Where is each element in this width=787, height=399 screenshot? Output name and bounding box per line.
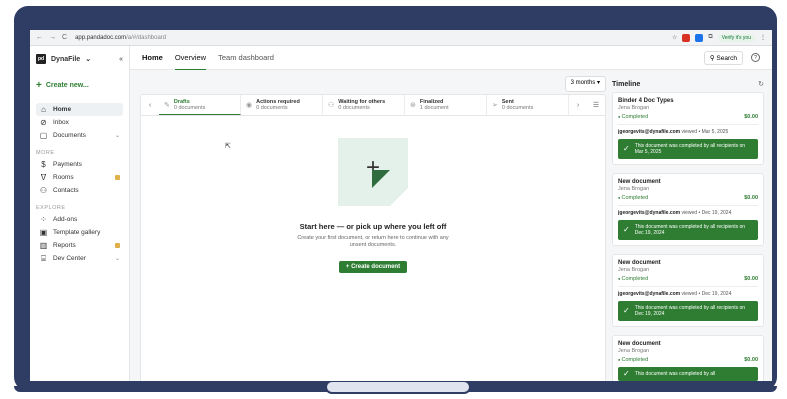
chevron-down-icon[interactable]: ⌄ xyxy=(85,55,91,63)
collapse-sidebar-icon[interactable]: « xyxy=(119,56,123,63)
people-icon: ⚇ xyxy=(328,102,335,109)
dev-icon: ⌸ xyxy=(41,253,46,263)
rooms-icon: ᐁ xyxy=(40,173,47,182)
date-range-select[interactable]: 3 months ▾ xyxy=(564,76,606,92)
extension-icon[interactable] xyxy=(682,33,691,42)
section-more: MORE xyxy=(36,150,55,156)
create-document-button[interactable]: + Create document xyxy=(338,261,408,273)
forward-icon[interactable]: → xyxy=(49,34,56,41)
extensions-icon[interactable]: ⧉ xyxy=(708,34,712,41)
upgrade-icon xyxy=(115,175,120,180)
check-circle-icon: ⊛ xyxy=(410,102,416,109)
sidebar-item-addons[interactable]: ⁘ Add-ons xyxy=(36,213,123,226)
workspace-name[interactable]: DynaFile xyxy=(51,56,80,63)
sidebar-item-inbox[interactable]: ⊘ Inbox xyxy=(36,116,123,129)
addons-icon: ⁘ xyxy=(40,215,47,224)
screen: ← → C app.pandadoc.com/a/#/dashboard ☆ ⧉… xyxy=(30,30,772,381)
plus-icon: + xyxy=(36,80,42,91)
laptop-trackpad xyxy=(325,380,471,394)
upgrade-icon xyxy=(115,243,120,248)
address-bar[interactable]: app.pandadoc.com/a/#/dashboard xyxy=(75,35,166,41)
template-icon: ▣ xyxy=(39,228,48,237)
status-drafts[interactable]: ✎ Drafts 0 documents xyxy=(159,95,241,115)
page-title: Home xyxy=(142,53,163,62)
help-icon[interactable]: ? xyxy=(751,53,760,62)
top-nav: Home Overview Team dashboard ⚲ Search ? xyxy=(130,46,772,70)
pencil-icon: ✎ xyxy=(164,101,170,109)
verify-badge[interactable]: Verify it's you xyxy=(717,33,755,42)
sidebar-item-home[interactable]: ⌂ Home xyxy=(36,103,123,116)
contacts-icon: ⚇ xyxy=(39,186,48,195)
home-icon: ⌂ xyxy=(41,105,46,114)
status-finalized[interactable]: ⊛ Finalized 1 document xyxy=(405,95,487,115)
dollar-icon: $ xyxy=(41,160,46,169)
status-sent[interactable]: ➢ Sent 0 documents xyxy=(487,95,569,115)
inbox-icon: ⊘ xyxy=(40,118,47,127)
send-icon: ➢ xyxy=(492,102,498,109)
star-icon[interactable]: ☆ xyxy=(672,34,677,41)
check-icon: ✓ xyxy=(623,369,630,378)
check-icon: ✓ xyxy=(623,144,630,153)
document-illustration: + xyxy=(338,138,408,206)
chevron-down-icon: ⌄ xyxy=(114,133,120,139)
url-path: /a/#/dashboard xyxy=(126,34,167,41)
status-actions-required[interactable]: ◉ Actions required 0 documents xyxy=(241,95,323,115)
browser-toolbar: ← → C app.pandadoc.com/a/#/dashboard ☆ ⧉… xyxy=(30,30,772,46)
search-button[interactable]: ⚲ Search xyxy=(703,50,743,65)
url-domain: app.pandadoc.com xyxy=(75,34,127,41)
menu-icon[interactable]: ⋮ xyxy=(760,34,766,41)
filter-icon[interactable]: ☰ xyxy=(587,95,605,115)
scroll-left-icon[interactable]: ‹ xyxy=(141,95,159,115)
sidebar-item-documents[interactable]: ▢ Documents ⌄ xyxy=(36,129,123,142)
brand-logo: pd xyxy=(36,54,46,64)
sidebar-item-contacts[interactable]: ⚇ Contacts xyxy=(36,184,123,197)
timeline-title: Timeline xyxy=(612,80,641,88)
timeline-card[interactable]: Binder 4 Doc Types Jena Brogan Completed… xyxy=(612,92,764,165)
back-icon[interactable]: ← xyxy=(36,34,43,41)
chevron-down-icon: ▾ xyxy=(596,80,600,86)
extension-icon[interactable] xyxy=(695,33,704,42)
sidebar: pd DynaFile ⌄ « + Create new... ⌂ Home ⊘… xyxy=(30,46,130,381)
empty-state: ⇱ + Start here — or pick up where you le… xyxy=(140,116,606,381)
scroll-right-icon[interactable]: › xyxy=(569,95,587,115)
sidebar-item-payments[interactable]: $ Payments xyxy=(36,158,123,171)
check-icon: ✓ xyxy=(623,306,630,315)
document-icon: ▢ xyxy=(39,131,48,140)
timeline-panel: Timeline ↻ Binder 4 Doc Types Jena Broga… xyxy=(612,76,772,381)
status-waiting[interactable]: ⚇ Waiting for others 0 documents xyxy=(323,95,405,115)
chevron-down-icon: ⌄ xyxy=(114,256,120,262)
alert-icon: ◉ xyxy=(246,102,253,109)
sidebar-item-reports[interactable]: ▥ Reports xyxy=(36,239,123,252)
refresh-icon[interactable]: ↻ xyxy=(758,80,764,88)
sidebar-item-template-gallery[interactable]: ▣ Template gallery xyxy=(36,226,123,239)
timeline-card[interactable]: New document Jena Brogan Completed$0.00 … xyxy=(612,254,764,327)
reports-icon: ▥ xyxy=(39,241,48,250)
status-strip: ‹ ✎ Drafts 0 documents ◉ Actions required… xyxy=(140,94,606,116)
reload-icon[interactable]: C xyxy=(62,34,67,41)
timeline-card[interactable]: New document Jena Brogan Completed$0.00 … xyxy=(612,335,764,381)
cursor-icon: ⇱ xyxy=(225,143,231,150)
sidebar-item-rooms[interactable]: ᐁ Rooms xyxy=(36,171,123,184)
empty-subtitle: Create your first document, or return he… xyxy=(297,235,449,248)
sidebar-item-dev-center[interactable]: ⌸ Dev Center ⌄ xyxy=(36,252,123,265)
timeline-card[interactable]: New document Jena Brogan Completed$0.00 … xyxy=(612,173,764,246)
section-explore: EXPLORE xyxy=(36,205,66,211)
check-icon: ✓ xyxy=(623,225,630,234)
empty-title: Start here — or pick up where you left o… xyxy=(299,222,447,231)
create-new-button[interactable]: + Create new... xyxy=(36,80,123,91)
tab-team-dashboard[interactable]: Team dashboard xyxy=(218,46,274,69)
tab-overview[interactable]: Overview xyxy=(174,46,207,70)
